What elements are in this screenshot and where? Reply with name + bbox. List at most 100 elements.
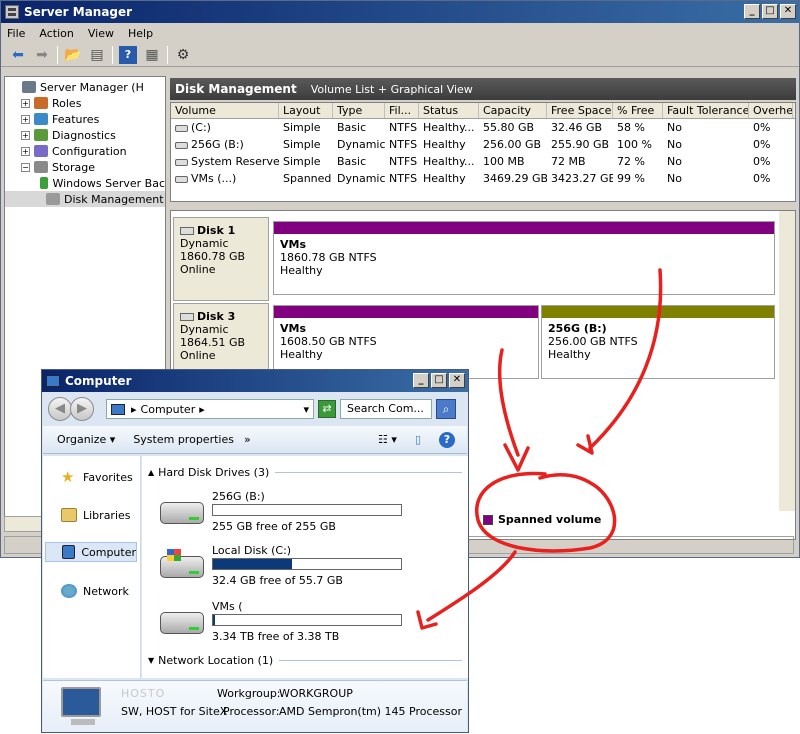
menu-file[interactable]: File (7, 27, 25, 40)
volume-row[interactable]: VMs (...) Spanned Dynamic NTFS Healthy 3469.2… (171, 170, 795, 187)
search-input[interactable]: Search Com... (340, 399, 432, 419)
close-button[interactable]: ✕ (449, 373, 465, 388)
column-header[interactable]: Layout (279, 103, 333, 118)
partition-vms-disk3[interactable]: VMs 1608.50 GB NTFS Healthy (273, 305, 539, 379)
volume-cell: 72 % (617, 155, 645, 168)
column-header[interactable]: Capacity (479, 103, 547, 118)
maximize-button[interactable]: □ (762, 4, 778, 19)
column-header[interactable]: Fil... (385, 103, 419, 118)
menu-view[interactable]: View (88, 27, 114, 40)
volume-cell: (C:) (171, 119, 279, 136)
workgroup-label: Workgroup: (217, 687, 281, 700)
expand-icon[interactable]: + (21, 146, 30, 156)
show-hide-console-tree-icon[interactable]: ▤ (88, 46, 106, 64)
volume-cell: Dynamic (337, 172, 385, 185)
up-folder-icon[interactable]: 📂 (64, 46, 82, 64)
toolbar: ⬅ ➡ 📂 ▤ ? ▦ ⚙ (1, 43, 799, 67)
nav-favorites[interactable]: ★ Favorites (61, 470, 133, 485)
library-icon (61, 508, 77, 522)
computer-description: SW, HOST for SiteX (121, 705, 228, 718)
maximize-button[interactable]: □ (431, 373, 447, 388)
preview-pane-icon[interactable]: ▯ (415, 433, 421, 446)
expand-icon[interactable]: + (21, 130, 30, 140)
drive-256g[interactable]: 256G (B:) 255 GB free of 255 GB (160, 490, 460, 536)
forward-arrow-icon[interactable]: ➡ (33, 46, 51, 64)
column-header[interactable]: Fault Tolerance (663, 103, 749, 118)
column-header[interactable]: Free Space (547, 103, 613, 118)
chevron-down-icon[interactable]: ▾ (303, 403, 309, 416)
menu-action[interactable]: Action (39, 27, 73, 40)
group-network-location[interactable]: ▼ Network Location (1) (148, 654, 462, 667)
computer-icon (62, 545, 76, 559)
nav-network[interactable]: Network (61, 584, 129, 598)
partition-vms-disk1[interactable]: VMs 1860.78 GB NTFS Healthy (273, 221, 775, 295)
group-hard-disk-drives[interactable]: ▲ Hard Disk Drives (3) (148, 466, 462, 479)
help-icon[interactable]: ? (439, 431, 455, 448)
collapse-icon[interactable]: ▼ (148, 656, 154, 665)
windows-drive-icon (160, 549, 204, 578)
graphical-view-scrollbar[interactable] (779, 211, 795, 511)
tree-item-roles[interactable]: + Roles (5, 95, 165, 111)
expand-icon[interactable]: + (21, 114, 30, 124)
column-header[interactable]: Type (333, 103, 385, 118)
forward-button[interactable]: ▶ (70, 397, 94, 421)
volume-cell: 55.80 GB (483, 121, 535, 134)
tree-item-storage[interactable]: − Storage (5, 159, 165, 175)
tree-item-server-manager-h[interactable]: Server Manager (H (5, 79, 165, 95)
tree-item-configuration[interactable]: + Configuration (5, 143, 165, 159)
column-header[interactable]: % Free (613, 103, 663, 118)
back-button[interactable]: ◀ (48, 397, 72, 421)
disk-management-title: Disk Management (175, 82, 297, 96)
tree-item-disk-management[interactable]: Disk Management (5, 191, 165, 207)
command-bar: Organize ▾ System properties » ☷ ▾ ▯ ? (43, 426, 467, 454)
volume-row[interactable]: 256G (B:) Simple Dynamic NTFS Healthy 256.00 … (171, 136, 795, 153)
menu-help[interactable]: Help (128, 27, 153, 40)
column-header[interactable]: Overhe (749, 103, 793, 118)
collapse-icon[interactable]: − (21, 162, 30, 172)
features-icon (34, 113, 48, 125)
organize-button[interactable]: Organize ▾ (57, 433, 115, 446)
server-manager-titlebar[interactable]: Server Manager _ □ ✕ (1, 1, 799, 23)
nav-computer[interactable]: Computer (45, 542, 137, 562)
partition-256g-disk3[interactable]: 256G (B:) 256.00 GB NTFS Healthy (541, 305, 775, 379)
more-commands-button[interactable]: » (244, 433, 251, 446)
tree-item-windows-server-bac[interactable]: Windows Server Bac (5, 175, 165, 191)
minimize-button[interactable]: _ (413, 373, 429, 388)
volume-cell: 255.90 GB (551, 138, 610, 151)
nav-libraries[interactable]: Libraries (61, 508, 131, 522)
partition-status: Healthy (280, 348, 323, 361)
close-button[interactable]: ✕ (780, 4, 796, 19)
partition-size: 1860.78 GB NTFS (280, 251, 377, 264)
collapse-icon[interactable]: ▲ (148, 468, 154, 477)
address-bar[interactable]: ▸ Computer ▸ ▾ (106, 399, 314, 419)
properties-icon[interactable]: ⚙ (174, 46, 192, 64)
column-header[interactable]: Status (419, 103, 479, 118)
drive-usage-bar (212, 614, 402, 626)
expand-icon[interactable]: + (21, 98, 30, 108)
minimize-button[interactable]: _ (744, 4, 760, 19)
tree-item-diagnostics[interactable]: + Diagnostics (5, 127, 165, 143)
column-header[interactable]: Volume (171, 103, 279, 118)
search-icon[interactable]: ⌕ (436, 399, 456, 419)
tree-item-label: Roles (52, 96, 82, 110)
computer-titlebar[interactable]: Computer _ □ ✕ (42, 370, 468, 392)
system-properties-button[interactable]: System properties (133, 433, 234, 446)
view-options-icon[interactable]: ☷ ▾ (378, 433, 397, 446)
refresh-button[interactable]: ⇄ (318, 400, 336, 418)
drive-local-disk-c[interactable]: Local Disk (C:) 32.4 GB free of 55.7 GB (160, 544, 460, 590)
partition-size: 1608.50 GB NTFS (280, 335, 377, 348)
chevron-right-icon[interactable]: ▸ (131, 403, 137, 416)
configuration-icon (34, 145, 48, 157)
volume-row[interactable]: System Reserved Simple Basic NTFS Healthy...… (171, 153, 795, 170)
chevron-right-icon[interactable]: ▸ (199, 403, 205, 416)
drive-vms[interactable]: VMs ( 3.34 TB free of 3.38 TB (160, 600, 460, 646)
disk-1-header[interactable]: Disk 1 Dynamic 1860.78 GB Online (173, 217, 269, 301)
help-icon[interactable]: ? (119, 45, 137, 64)
tree-item-features[interactable]: + Features (5, 111, 165, 127)
navigation-pane: ★ Favorites Libraries Computer Network (43, 456, 141, 678)
tree-item-label: Configuration (52, 144, 127, 158)
volume-cell: 72 MB (551, 155, 586, 168)
action-pane-icon[interactable]: ▦ (143, 46, 161, 64)
volume-row[interactable]: (C:) Simple Basic NTFS Healthy... 55.80 GB 32.… (171, 119, 795, 136)
back-arrow-icon[interactable]: ⬅ (9, 46, 27, 64)
